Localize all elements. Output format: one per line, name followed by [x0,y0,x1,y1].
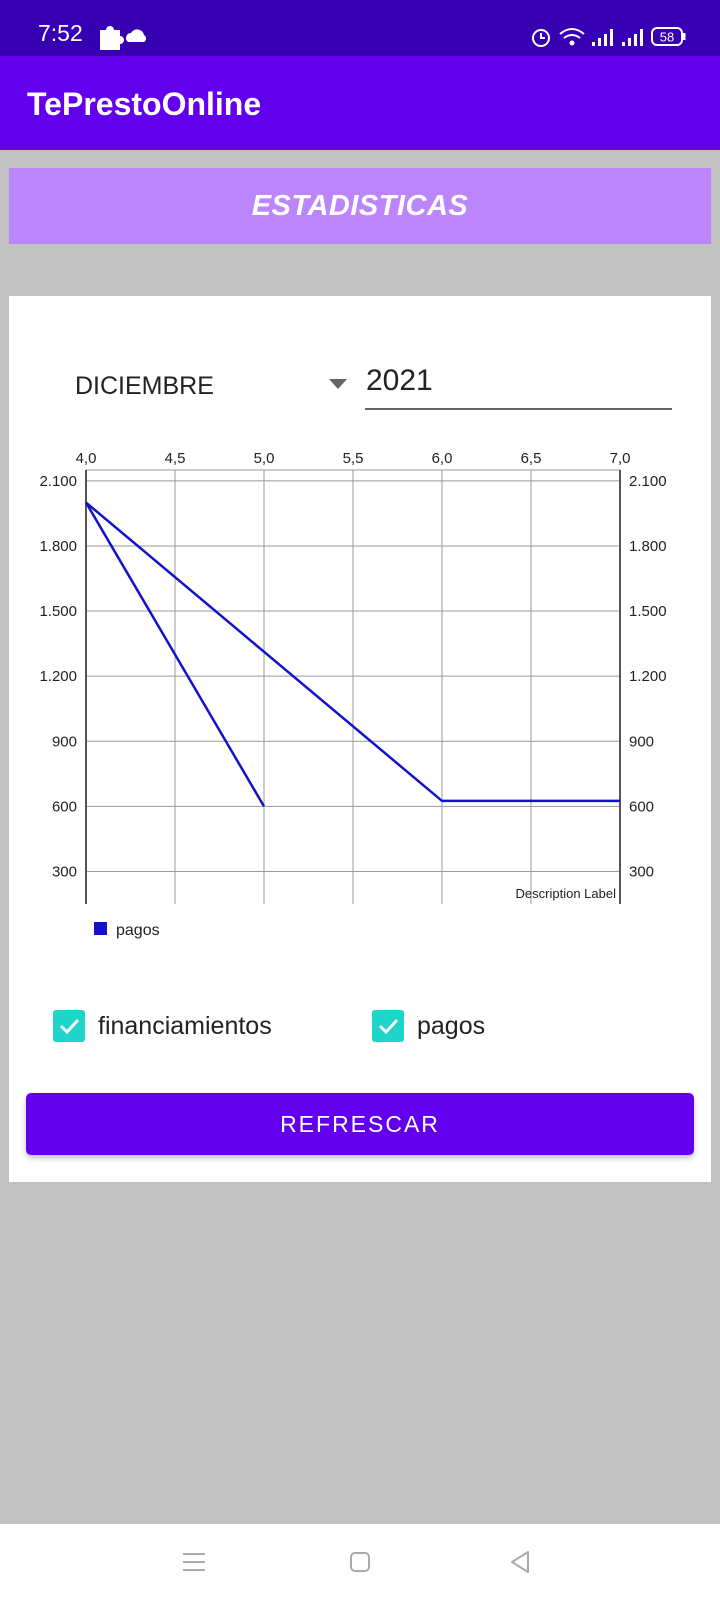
line-chart: 4,0 4,5 5,0 5,5 6,0 6,5 7,0 300 300 600 600 900 900 1… [39,450,667,939]
wifi-icon [559,28,585,46]
y-tick-label-left: 600 [52,798,77,815]
y-tick-label-right: 1.800 [629,538,667,555]
x-tick-label: 6,0 [432,450,453,467]
status-left-icons [100,26,147,50]
signal-icon [622,29,643,46]
checkbox-checked-icon [372,1010,404,1042]
y-tick-label-right: 300 [629,863,654,880]
x-tick-label: 7,0 [610,450,631,467]
y-tick-label-left: 1.200 [39,668,77,685]
x-tick-label: 4,5 [165,450,186,467]
month-dropdown[interactable]: DICIEMBRE [47,358,347,410]
alarm-icon [532,29,550,47]
y-tick-label-left: 2.100 [39,473,77,490]
year-input[interactable] [365,354,672,410]
battery-level: 58 [660,30,674,45]
y-tick-label-left: 900 [52,733,77,750]
y-tick-label-left: 1.500 [39,603,77,620]
banner-title: ESTADISTICAS [251,189,469,222]
cloud-icon [126,29,147,42]
back-icon[interactable] [500,1542,540,1582]
signal-icon [592,29,613,46]
x-tick-label: 5,0 [254,450,275,467]
dropdown-arrow-icon [329,379,347,389]
x-tick-label: 4,0 [76,450,97,467]
y-tick-label-left: 300 [52,863,77,880]
y-tick-label-right: 1.200 [629,668,667,685]
status-time: 7:52 [38,20,83,46]
checkbox-label: financiamientos [98,1011,272,1040]
status-right-icons: 58 [532,27,686,47]
legend-swatch [94,922,107,935]
month-selected-value: DICIEMBRE [75,372,214,400]
home-icon[interactable] [340,1542,380,1582]
x-tick-label: 6,5 [521,450,542,467]
stats-banner: ESTADISTICAS [9,168,711,244]
y-tick-label-right: 600 [629,798,654,815]
y-tick-label-right: 2.100 [629,473,667,490]
app-bar: TePrestoOnline [0,56,720,150]
puzzle-icon [100,26,124,50]
checkbox-financiamientos[interactable]: financiamientos [53,1006,272,1046]
y-tick-label-right: 1.500 [629,603,667,620]
navigation-bar [0,1524,720,1600]
refresh-button[interactable]: REFRESCAR [26,1093,694,1155]
chart-description-label: Description Label [516,886,617,901]
app-title: TePrestoOnline [27,86,262,122]
stats-card: DICIEMBRE 4,0 4,5 5,0 5,5 6,0 6,5 7,0 300 300 600… [9,296,711,1182]
x-tick-label: 5,5 [343,450,364,467]
checkbox-label: pagos [417,1011,486,1040]
y-tick-label-left: 1.800 [39,538,77,555]
legend-label: pagos [116,922,160,939]
menu-icon[interactable] [174,1542,214,1582]
checkbox-pagos[interactable]: pagos [372,1006,485,1046]
status-bar: 7:52 58 [0,0,720,56]
checkbox-checked-icon [53,1010,85,1042]
battery-icon: 58 [651,27,686,46]
y-tick-label-right: 900 [629,733,654,750]
